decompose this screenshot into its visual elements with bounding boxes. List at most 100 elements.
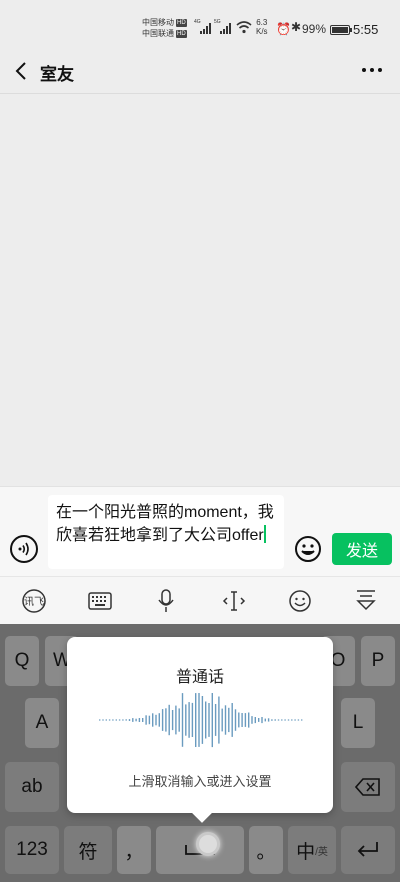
waveform-bar: [244, 713, 247, 727]
carrier-1: 中国移动: [142, 18, 174, 27]
ime-logo-icon[interactable]: 讯飞: [20, 587, 48, 615]
waveform-bar: [178, 708, 180, 732]
bluetooth-icon: ✱: [291, 20, 302, 34]
waveform-bar: [122, 719, 124, 721]
waveform-bar: [102, 719, 104, 721]
voice-input-panel[interactable]: 普通话 上滑取消输入或进入设置: [67, 637, 333, 813]
chat-title: 室友: [40, 65, 74, 84]
backspace-key[interactable]: [341, 762, 395, 812]
waveform-bar: [118, 719, 121, 721]
waveform-bar: [198, 693, 200, 747]
waveform-bar: [271, 719, 273, 721]
enter-icon: [357, 842, 378, 857]
voice-wave-icon: [18, 542, 29, 556]
waveform-bar: [258, 718, 260, 722]
waveform-bar: [251, 716, 253, 724]
message-area[interactable]: [0, 95, 400, 486]
ime-toolbar: 讯飞: [0, 576, 400, 624]
hide-keyboard-icon[interactable]: [352, 587, 380, 615]
key-symbols[interactable]: 符: [64, 826, 112, 874]
waveform-bar: [248, 712, 250, 728]
microphone-icon[interactable]: [152, 587, 180, 615]
waveform-bar: [135, 718, 137, 722]
carrier-2: 中国联通: [142, 29, 174, 38]
lang-sub: /英: [315, 846, 328, 858]
message-text: 在一个阳光普照的moment，我欣喜若狂地拿到了大公司offer: [56, 504, 274, 544]
waveform-bar: [138, 718, 141, 722]
battery-percent: 99%: [302, 22, 327, 36]
waveform-bar: [301, 719, 303, 721]
alarm-icon: ⏰: [276, 22, 291, 36]
language-switch-key[interactable]: 中/英: [288, 826, 336, 874]
key-p[interactable]: P: [361, 636, 395, 686]
waveform-bar: [274, 719, 276, 721]
waveform-bar: [125, 719, 127, 721]
waveform-bar: [195, 693, 197, 747]
lang-main: 中: [296, 841, 316, 863]
waveform-bar: [108, 719, 111, 721]
enter-key[interactable]: [341, 826, 395, 874]
key-a[interactable]: A: [25, 698, 59, 748]
waveform-bar: [165, 708, 167, 732]
net-speed-value: 6.3: [256, 18, 268, 27]
key-period[interactable]: 。: [249, 826, 283, 874]
waveform-bar: [158, 713, 160, 727]
waveform-bar: [175, 705, 177, 735]
waveform-bar: [155, 714, 157, 726]
keyboard-icon[interactable]: [86, 587, 114, 615]
battery-fill: [332, 27, 348, 33]
waveform-bar: [211, 693, 213, 748]
waveform-bar: [291, 719, 293, 721]
signal-type-label: 5G: [214, 19, 221, 25]
waveform-bar: [264, 718, 266, 722]
key-comma[interactable]: ，: [117, 826, 151, 874]
waveform-bar: [238, 712, 240, 728]
waveform-bar: [181, 693, 184, 747]
carrier-labels: 中国移动 HD 中国联通 HD: [142, 17, 187, 39]
key-numbers[interactable]: 123: [5, 826, 59, 874]
key-q[interactable]: Q: [5, 636, 39, 686]
waveform-bar: [214, 704, 217, 736]
waveform-bar: [241, 713, 243, 727]
hd-badge: HD: [176, 19, 187, 27]
waveform-bar: [287, 719, 290, 721]
waveform-bar: [161, 709, 164, 731]
more-options-icon[interactable]: [362, 68, 382, 72]
waveform-bar: [208, 703, 210, 737]
waveform-bar: [132, 718, 134, 722]
waveform-bar: [148, 715, 151, 725]
signal-icon: 5G: [214, 19, 231, 34]
voice-input-button[interactable]: [10, 535, 38, 563]
input-bar: 在一个阳光普照的moment，我欣喜若狂地拿到了大公司offer 发送: [0, 486, 400, 576]
waveform-bar: [112, 719, 114, 721]
waveform-bar: [218, 696, 220, 744]
key-ab[interactable]: ab: [5, 762, 59, 812]
waveform-bar: [99, 719, 101, 721]
svg-text:讯飞: 讯飞: [24, 596, 44, 608]
back-arrow-icon[interactable]: [12, 61, 32, 81]
waveform-bar: [221, 708, 223, 732]
waveform-bar: [254, 717, 256, 724]
voice-drag-handle[interactable]: [196, 832, 220, 856]
chat-header: 室友: [0, 48, 400, 94]
emoji-icon[interactable]: [294, 535, 322, 563]
waveform-bar: [281, 719, 283, 721]
voice-waveform: [99, 693, 303, 748]
send-button[interactable]: 发送: [332, 533, 392, 565]
waveform-bar: [224, 705, 227, 735]
waveform-bar: [145, 715, 147, 725]
message-input[interactable]: 在一个阳光普照的moment，我欣喜若狂地拿到了大公司offer: [48, 495, 284, 569]
voice-language: 普通话: [175, 669, 224, 686]
waveform-bar: [128, 719, 131, 721]
waveform-bar: [201, 696, 204, 744]
waveform-bar: [152, 713, 154, 727]
key-l[interactable]: L: [341, 698, 375, 748]
voice-hint: 上滑取消输入或进入设置: [128, 774, 272, 789]
waveform-bar: [105, 719, 107, 721]
cursor-move-icon[interactable]: [220, 587, 248, 615]
emoji-keyboard-icon[interactable]: [286, 587, 314, 615]
clock: 5:55: [353, 22, 379, 37]
waveform-bar: [261, 717, 263, 724]
waveform-bar: [171, 710, 174, 731]
waveform-bar: [188, 702, 190, 738]
